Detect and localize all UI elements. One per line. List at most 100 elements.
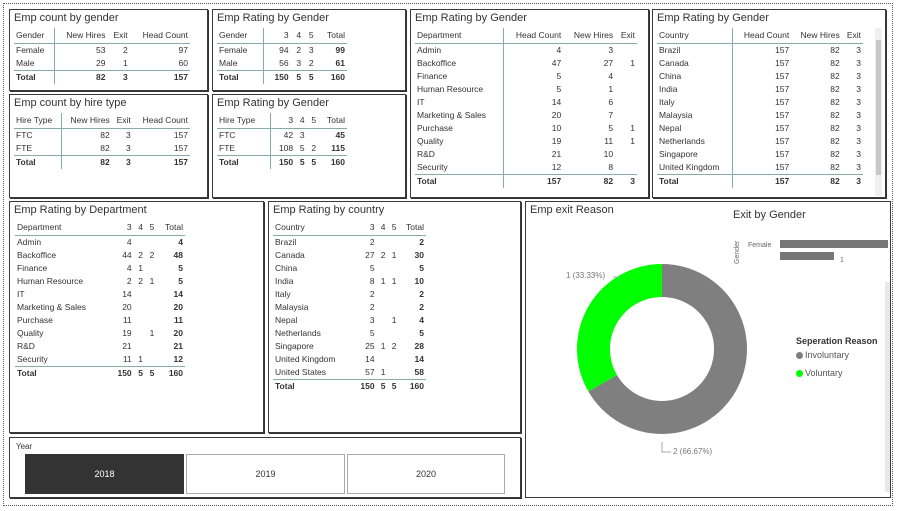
table-row[interactable]: Quality 19 11 1 [415,135,637,148]
total-cell: 82 [563,174,616,188]
table-cell: 82 [830,58,840,68]
scrollbar-thumb[interactable] [876,40,881,175]
column-header[interactable]: 3 [263,28,291,44]
column-header[interactable]: 4 [290,28,304,44]
column-header[interactable]: 4 [133,220,146,236]
exit-gender-bar[interactable] [780,240,888,248]
table-row[interactable]: FTC 42 3 45 [217,128,347,142]
column-header[interactable]: Total [398,220,426,236]
total-cell: 160 [315,70,347,84]
table-row[interactable]: Marketing & Sales 20 7 [415,109,637,122]
column-header[interactable]: 3 [353,220,377,236]
column-header[interactable]: 4 [376,220,388,236]
donut-slice-voluntary[interactable] [577,264,662,392]
table-row[interactable]: United Kingdom 157 82 3 [657,161,863,175]
table-row[interactable]: United States 57 1 58 [273,366,426,380]
column-header[interactable]: Hire Type [14,113,62,129]
legend-item-voluntary[interactable]: Voluntary [796,368,843,378]
table-row[interactable]: Purchase 11 11 [15,314,185,327]
table-row[interactable]: India 8 1 1 10 [273,275,426,288]
year-option-2018[interactable]: 2018 [25,454,184,494]
table-row[interactable]: Backoffice 47 27 1 [415,57,637,70]
table-row[interactable]: Female 94 2 3 99 [217,43,347,57]
table-row[interactable]: Backoffice 44 2 2 48 [15,249,185,262]
column-header[interactable]: New Hires [563,28,616,44]
table-cell: Admin [17,237,42,247]
table-row[interactable]: FTC 82 3 157 [14,128,190,142]
exit-gender-bar[interactable] [780,252,834,260]
table-row[interactable]: Admin 4 4 [15,236,185,250]
column-header[interactable]: 5 [387,220,399,236]
column-header[interactable]: New Hires [791,28,842,44]
table-row[interactable]: IT 14 14 [15,288,185,301]
table-row[interactable]: Human Resource 2 2 1 5 [15,275,185,288]
column-header[interactable]: Head Count [129,28,190,44]
table-row[interactable]: India 157 82 3 [657,83,863,96]
column-header[interactable]: Country [273,220,354,236]
column-header[interactable]: Country [657,28,734,44]
table-row[interactable]: Netherlands 5 5 [273,327,426,340]
column-header[interactable]: Gender [217,28,265,44]
table-row[interactable]: Singapore 25 1 2 28 [273,340,426,353]
table-row[interactable]: R&D 21 21 [15,340,185,353]
column-header[interactable]: Total [315,28,347,44]
column-header[interactable]: 4 [295,113,307,129]
table-row[interactable]: Purchase 10 5 1 [415,122,637,135]
table-row[interactable]: Nepal 3 1 4 [273,314,426,327]
table-row[interactable]: Male 56 3 2 61 [217,57,347,71]
column-header[interactable]: Exit [841,28,863,44]
year-option-2020[interactable]: 2020 [347,454,505,494]
table-row[interactable]: FTE 82 3 157 [14,142,190,156]
table-row[interactable]: Finance 5 4 [415,70,637,83]
table-row[interactable]: IT 14 6 [415,96,637,109]
table-row[interactable]: R&D 21 10 [415,148,637,161]
table-row[interactable]: Security 11 1 12 [15,353,185,367]
table-row[interactable]: China 5 5 [273,262,426,275]
column-header[interactable]: Exit [615,28,637,44]
table-row[interactable]: Security 12 8 [415,161,637,175]
column-header[interactable]: Hire Type [217,113,272,129]
table-row[interactable]: Malaysia 157 82 3 [657,109,863,122]
column-header[interactable]: 5 [303,28,316,44]
column-header[interactable]: 3 [109,220,134,236]
table-row[interactable]: Admin 4 3 [415,43,637,57]
table-row[interactable]: Italy 2 2 [273,288,426,301]
table-row[interactable]: Quality 19 1 20 [15,327,185,340]
column-header[interactable]: 3 [270,113,296,129]
table-row[interactable]: Singapore 157 82 3 [657,148,863,161]
column-header[interactable]: Exit [107,28,130,44]
table-row[interactable]: Italy 157 82 3 [657,96,863,109]
column-header[interactable]: Total [156,220,185,236]
table-row[interactable]: FTE 108 5 2 115 [217,142,347,156]
table-row[interactable]: Nepal 157 82 3 [657,122,863,135]
table-row[interactable]: Finance 4 1 5 [15,262,185,275]
table-row[interactable]: Netherlands 157 82 3 [657,135,863,148]
column-header[interactable]: New Hires [61,113,112,129]
table-row[interactable]: United Kingdom 14 14 [273,353,426,366]
column-header[interactable]: Exit [111,113,133,129]
column-header[interactable]: Department [15,220,110,236]
year-option-2019[interactable]: 2019 [186,454,345,494]
table-row[interactable]: Malaysia 2 2 [273,301,426,314]
column-header[interactable]: Head Count [132,113,190,129]
table-row[interactable]: Female 53 2 97 [14,43,190,57]
table-row[interactable]: Marketing & Sales 20 20 [15,301,185,314]
table-row[interactable]: China 157 82 3 [657,70,863,83]
column-header[interactable]: Head Count [732,28,792,44]
column-header[interactable]: Gender [14,28,55,44]
table-row[interactable]: Brazil 157 82 3 [657,43,863,57]
column-header[interactable]: Head Count [503,28,564,44]
column-header[interactable]: Total [318,113,347,129]
table-row[interactable]: Canada 27 2 1 30 [273,249,426,262]
table-row[interactable]: Male 29 1 60 [14,57,190,71]
column-header[interactable]: 5 [306,113,319,129]
legend-item-involuntary[interactable]: Involuntary [796,350,849,360]
column-header[interactable]: 5 [145,220,157,236]
column-header[interactable]: New Hires [54,28,108,44]
table-scrollbar[interactable] [875,28,882,196]
card-scrollbar[interactable] [885,282,890,492]
table-row[interactable]: Canada 157 82 3 [657,57,863,70]
column-header[interactable]: Department [415,28,504,44]
table-row[interactable]: Brazil 2 2 [273,236,426,250]
table-row[interactable]: Human Resource 5 1 [415,83,637,96]
